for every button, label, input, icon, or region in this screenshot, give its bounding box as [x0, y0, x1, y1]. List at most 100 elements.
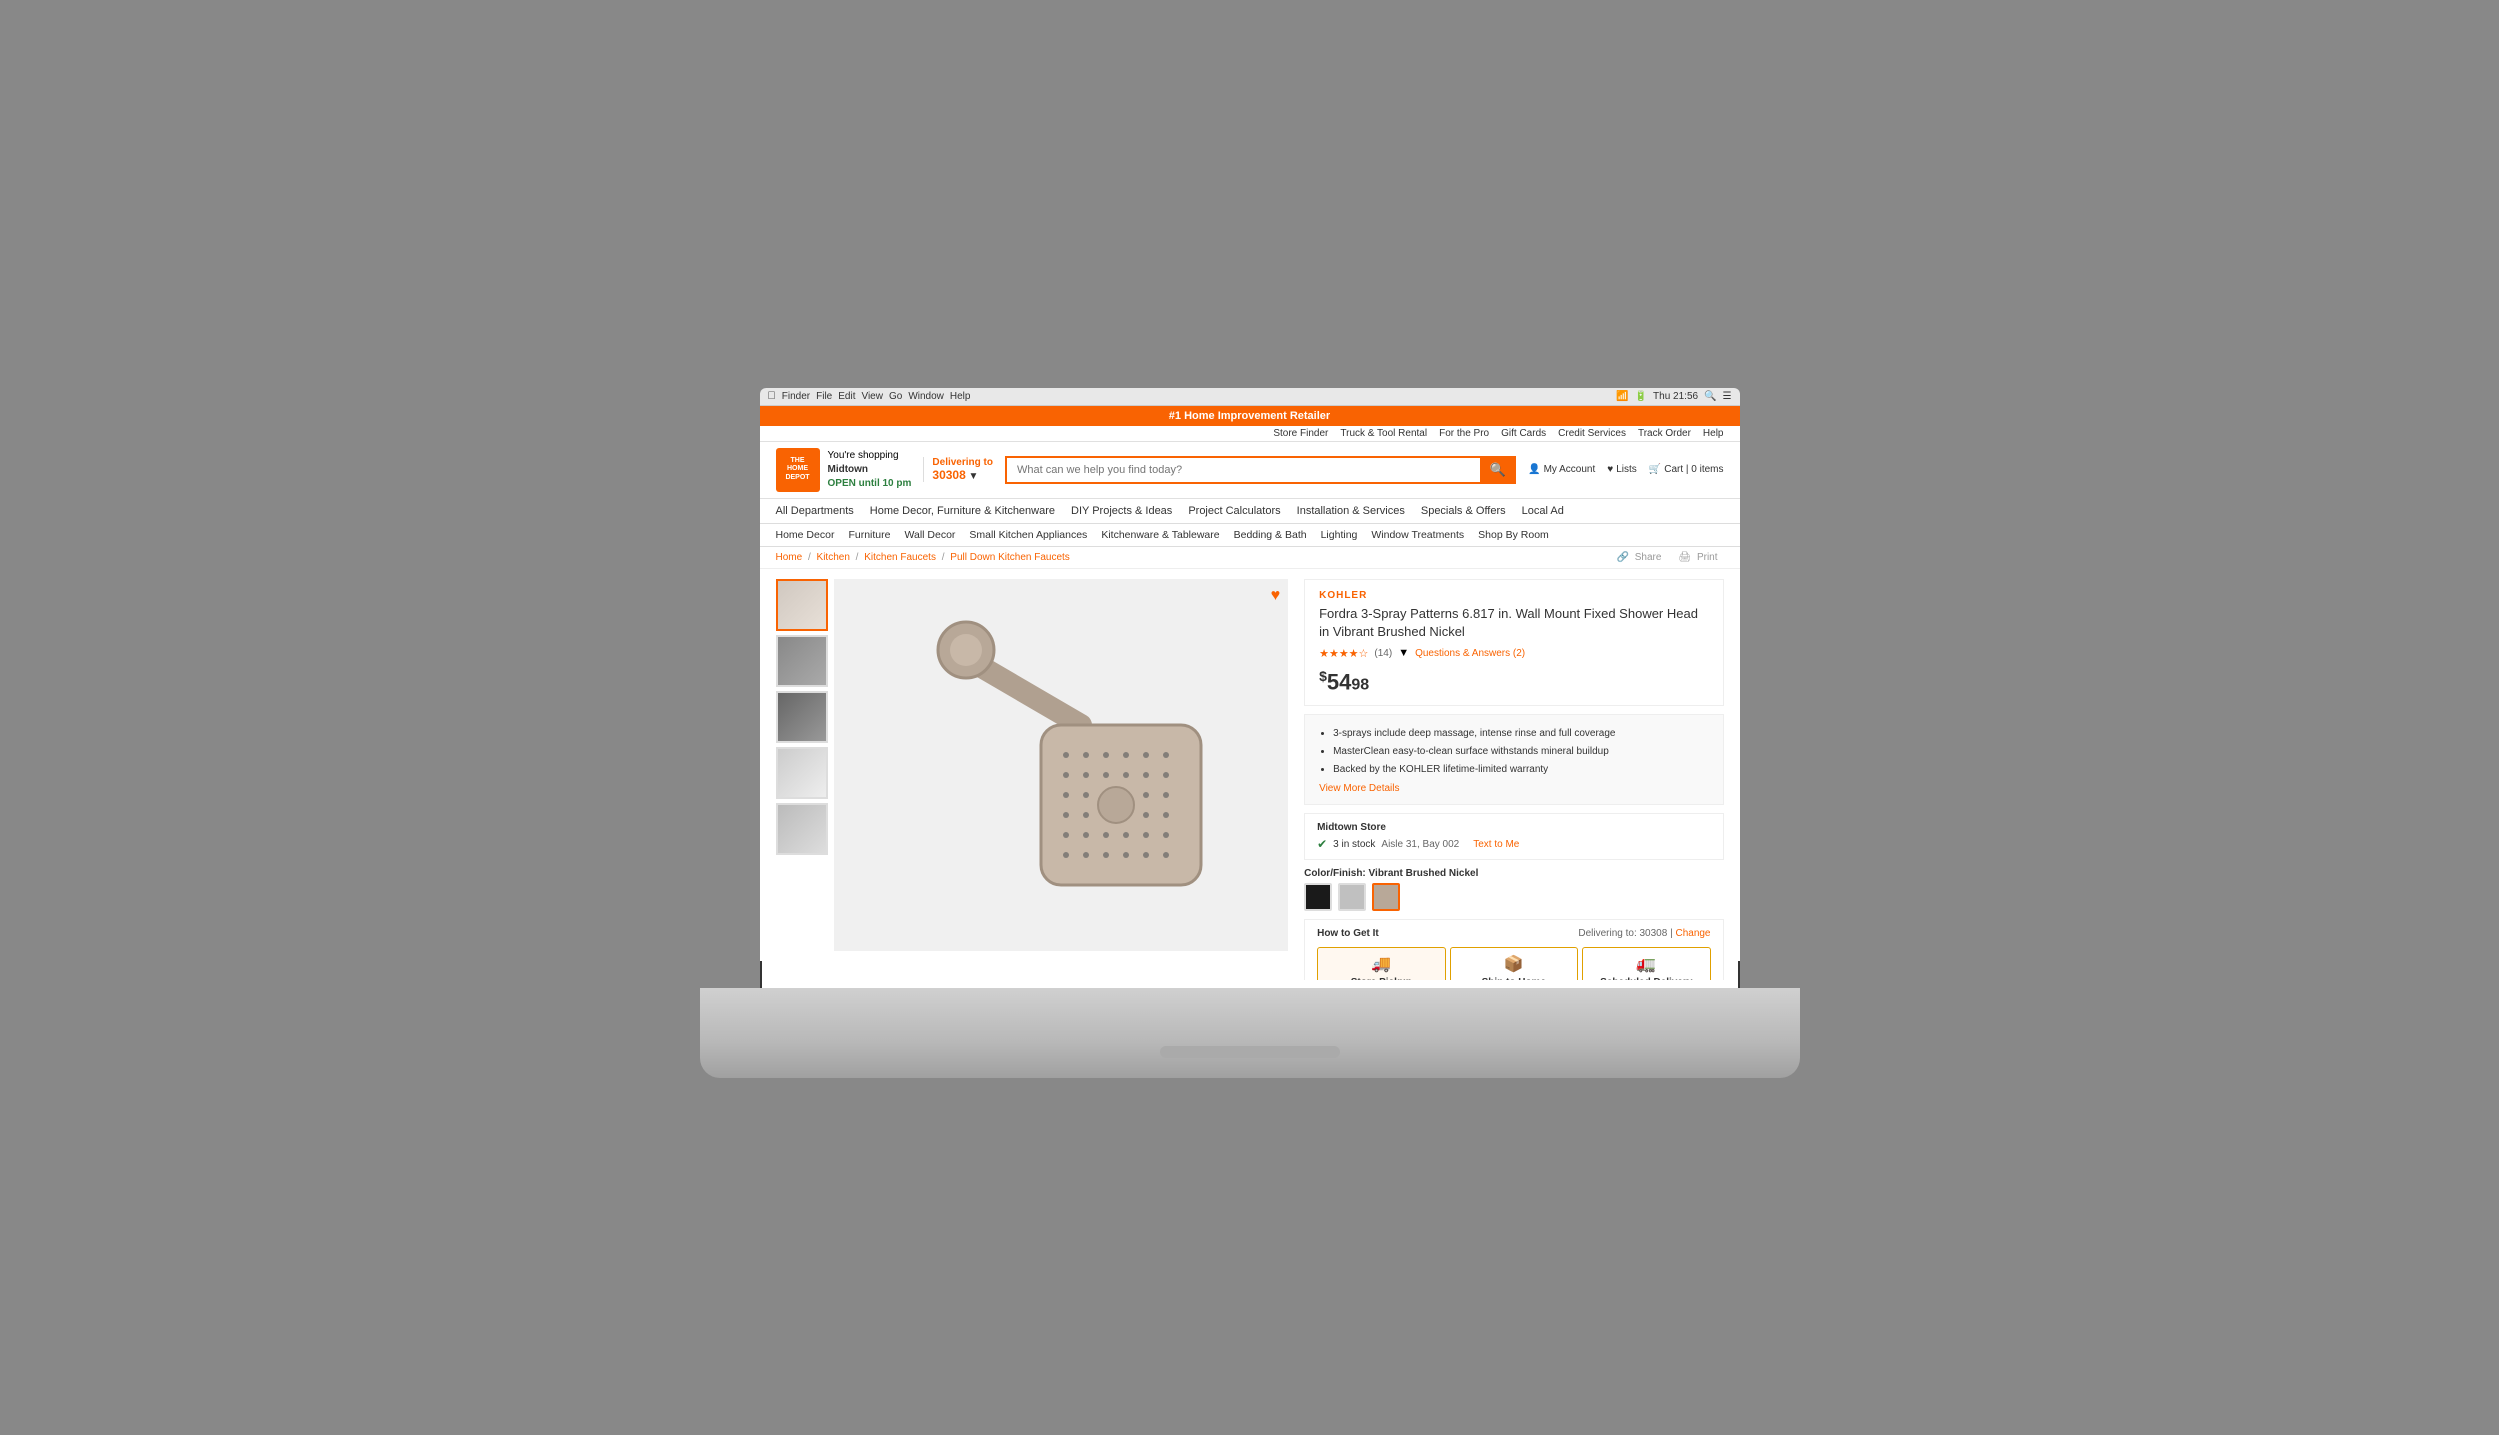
header-actions: 👤 My Account ♥ Lists 🛒 Cart | 0 items: [1528, 464, 1723, 475]
nav-specials[interactable]: Specials & Offers: [1421, 505, 1506, 517]
share-button[interactable]: 🔗 Share: [1617, 552, 1665, 563]
thumbnail-4[interactable]: [776, 747, 828, 799]
store-finder-link[interactable]: Store Finder: [1273, 428, 1328, 439]
home-depot-logo[interactable]: THEHOMEDEPOT: [776, 448, 820, 492]
ship-to-home-title: Ship to Home: [1457, 977, 1571, 979]
scheduled-delivery-title: Scheduled Delivery: [1589, 977, 1703, 979]
search-button[interactable]: 🔍: [1480, 456, 1516, 484]
breadcrumb-kitchen[interactable]: Kitchen: [817, 552, 850, 563]
credit-link[interactable]: Credit Services: [1558, 428, 1626, 439]
nav-sec-furniture[interactable]: Furniture: [848, 529, 890, 541]
site-header: THEHOMEDEPOT You're shopping Midtown OPE…: [760, 442, 1740, 499]
menu-icon[interactable]: ☰: [1723, 391, 1732, 402]
product-image-svg: [901, 595, 1221, 935]
aisle-info: Aisle 31, Bay 002: [1381, 839, 1459, 850]
delivering-label: Delivering to: [932, 457, 993, 468]
print-button[interactable]: 🖨 Print: [1678, 552, 1720, 563]
color-selector: Color/Finish: Vibrant Brushed Nickel: [1304, 868, 1723, 911]
nav-diy[interactable]: DIY Projects & Ideas: [1071, 505, 1172, 517]
nav-sec-window[interactable]: Window Treatments: [1371, 529, 1464, 541]
help-link[interactable]: Help: [1703, 428, 1724, 439]
search-input[interactable]: [1005, 456, 1480, 484]
battery-icon: 🔋: [1635, 391, 1647, 402]
breadcrumb-current[interactable]: Pull Down Kitchen Faucets: [950, 552, 1070, 563]
ship-to-home-icon: 📦: [1457, 954, 1571, 974]
text-to-me-link[interactable]: Text to Me: [1473, 839, 1519, 850]
logo-area: THEHOMEDEPOT You're shopping Midtown OPE…: [776, 448, 912, 492]
store-name[interactable]: Midtown: [828, 463, 912, 477]
store-pickup-title: Store Pickup: [1324, 977, 1438, 979]
star-rating[interactable]: ★★★★☆: [1319, 647, 1368, 660]
nav-home-decor[interactable]: Home Decor, Furniture & Kitchenware: [870, 505, 1055, 517]
thumbnail-5[interactable]: [776, 803, 828, 855]
swatch-nickel[interactable]: [1372, 883, 1400, 911]
nav-sec-wall-decor[interactable]: Wall Decor: [904, 529, 955, 541]
search-bar: 🔍: [1005, 456, 1516, 484]
mac-menu-file[interactable]: File: [816, 391, 832, 402]
nav-installation[interactable]: Installation & Services: [1297, 505, 1405, 517]
delivering-to-text: Delivering to: 30308: [1578, 928, 1667, 939]
nav-sec-lighting[interactable]: Lighting: [1321, 529, 1358, 541]
mac-menu-edit[interactable]: Edit: [838, 391, 855, 402]
check-icon: ✔: [1317, 837, 1327, 851]
delivery-header: How to Get It Delivering to: 30308 | Cha…: [1317, 928, 1710, 939]
swatch-silver[interactable]: [1338, 883, 1366, 911]
product-title: Fordra 3-Spray Patterns 6.817 in. Wall M…: [1319, 605, 1708, 641]
mac-menu-window[interactable]: Window: [908, 391, 944, 402]
rating-row: ★★★★☆ (14) ▼ Questions & Answers (2): [1319, 647, 1708, 660]
main-product-image: ♥: [834, 579, 1289, 951]
apple-icon: : [768, 390, 776, 402]
zip-code: 30308: [932, 468, 965, 482]
swatch-black[interactable]: [1304, 883, 1332, 911]
track-order-link[interactable]: Track Order: [1638, 428, 1691, 439]
ship-to-home-option[interactable]: 📦 Ship to Home Get it by Tue, Feb 1 FREE: [1450, 947, 1578, 979]
my-account-label: My Account: [1544, 464, 1596, 475]
nav-sec-shop-by-room[interactable]: Shop By Room: [1478, 529, 1549, 541]
nav-sec-small-kitchen[interactable]: Small Kitchen Appliances: [969, 529, 1087, 541]
cart-button[interactable]: 🛒 Cart | 0 items: [1649, 464, 1724, 475]
breadcrumb-home[interactable]: Home: [776, 552, 803, 563]
qa-link[interactable]: Questions & Answers (2): [1415, 648, 1525, 659]
scheduled-delivery-icon: 🚛: [1589, 954, 1703, 974]
truck-tool-link[interactable]: Truck & Tool Rental: [1340, 428, 1427, 439]
chevron-icon: ▼: [1398, 647, 1409, 659]
store-pickup-option[interactable]: 🚚 Store Pickup Pickup Today FREE: [1317, 947, 1445, 979]
nav-sec-home-decor[interactable]: Home Decor: [776, 529, 835, 541]
bullet-1: 3-sprays include deep massage, intense r…: [1333, 725, 1708, 743]
breadcrumb-faucets[interactable]: Kitchen Faucets: [864, 552, 936, 563]
view-more-link[interactable]: View More Details: [1319, 783, 1708, 794]
search-icon[interactable]: 🔍: [1704, 391, 1716, 402]
nav-calculators[interactable]: Project Calculators: [1188, 505, 1280, 517]
nav-local-ad[interactable]: Local Ad: [1522, 505, 1564, 517]
price-cents: 98: [1351, 676, 1369, 693]
scheduled-delivery-option[interactable]: 🚛 Scheduled Delivery As soon as Today St…: [1582, 947, 1710, 979]
logo-text: THEHOMEDEPOT: [785, 457, 809, 482]
cart-icon: 🛒: [1649, 464, 1661, 475]
change-link[interactable]: Change: [1675, 928, 1710, 939]
nav-sec-kitchenware[interactable]: Kitchenware & Tableware: [1101, 529, 1219, 541]
delivery-to: Delivering to: 30308 | Change: [1578, 928, 1710, 939]
mac-menu-view[interactable]: View: [861, 391, 883, 402]
gift-cards-link[interactable]: Gift Cards: [1501, 428, 1546, 439]
thumbnail-1[interactable]: [776, 579, 828, 631]
nav-sec-bedding[interactable]: Bedding & Bath: [1234, 529, 1307, 541]
color-selected: Vibrant Brushed Nickel: [1369, 868, 1479, 879]
in-stock-info: ✔ 3 in stock Aisle 31, Bay 002 Text to M…: [1317, 837, 1710, 851]
wishlist-button[interactable]: ♥: [1271, 587, 1281, 605]
mac-menu-finder[interactable]: Finder: [782, 391, 810, 402]
promo-banner: #1 Home Improvement Retailer: [760, 406, 1740, 426]
for-pro-link[interactable]: For the Pro: [1439, 428, 1489, 439]
delivering-info[interactable]: Delivering to 30308 ▼: [923, 457, 993, 482]
lists-button[interactable]: ♥ Lists: [1607, 464, 1637, 475]
stock-text: 3 in stock: [1333, 839, 1375, 850]
nav-all-departments[interactable]: All Departments: [776, 505, 854, 517]
thumbnail-3[interactable]: [776, 691, 828, 743]
wifi-icon: 📶: [1616, 391, 1628, 402]
brand-name: KOHLER: [1319, 590, 1708, 601]
mac-menu-go[interactable]: Go: [889, 391, 902, 402]
mac-menu-help[interactable]: Help: [950, 391, 971, 402]
my-account-button[interactable]: 👤 My Account: [1528, 464, 1595, 475]
thumbnail-2[interactable]: [776, 635, 828, 687]
rating-count[interactable]: (14): [1374, 648, 1392, 659]
clock: Thu 21:56: [1653, 391, 1698, 402]
